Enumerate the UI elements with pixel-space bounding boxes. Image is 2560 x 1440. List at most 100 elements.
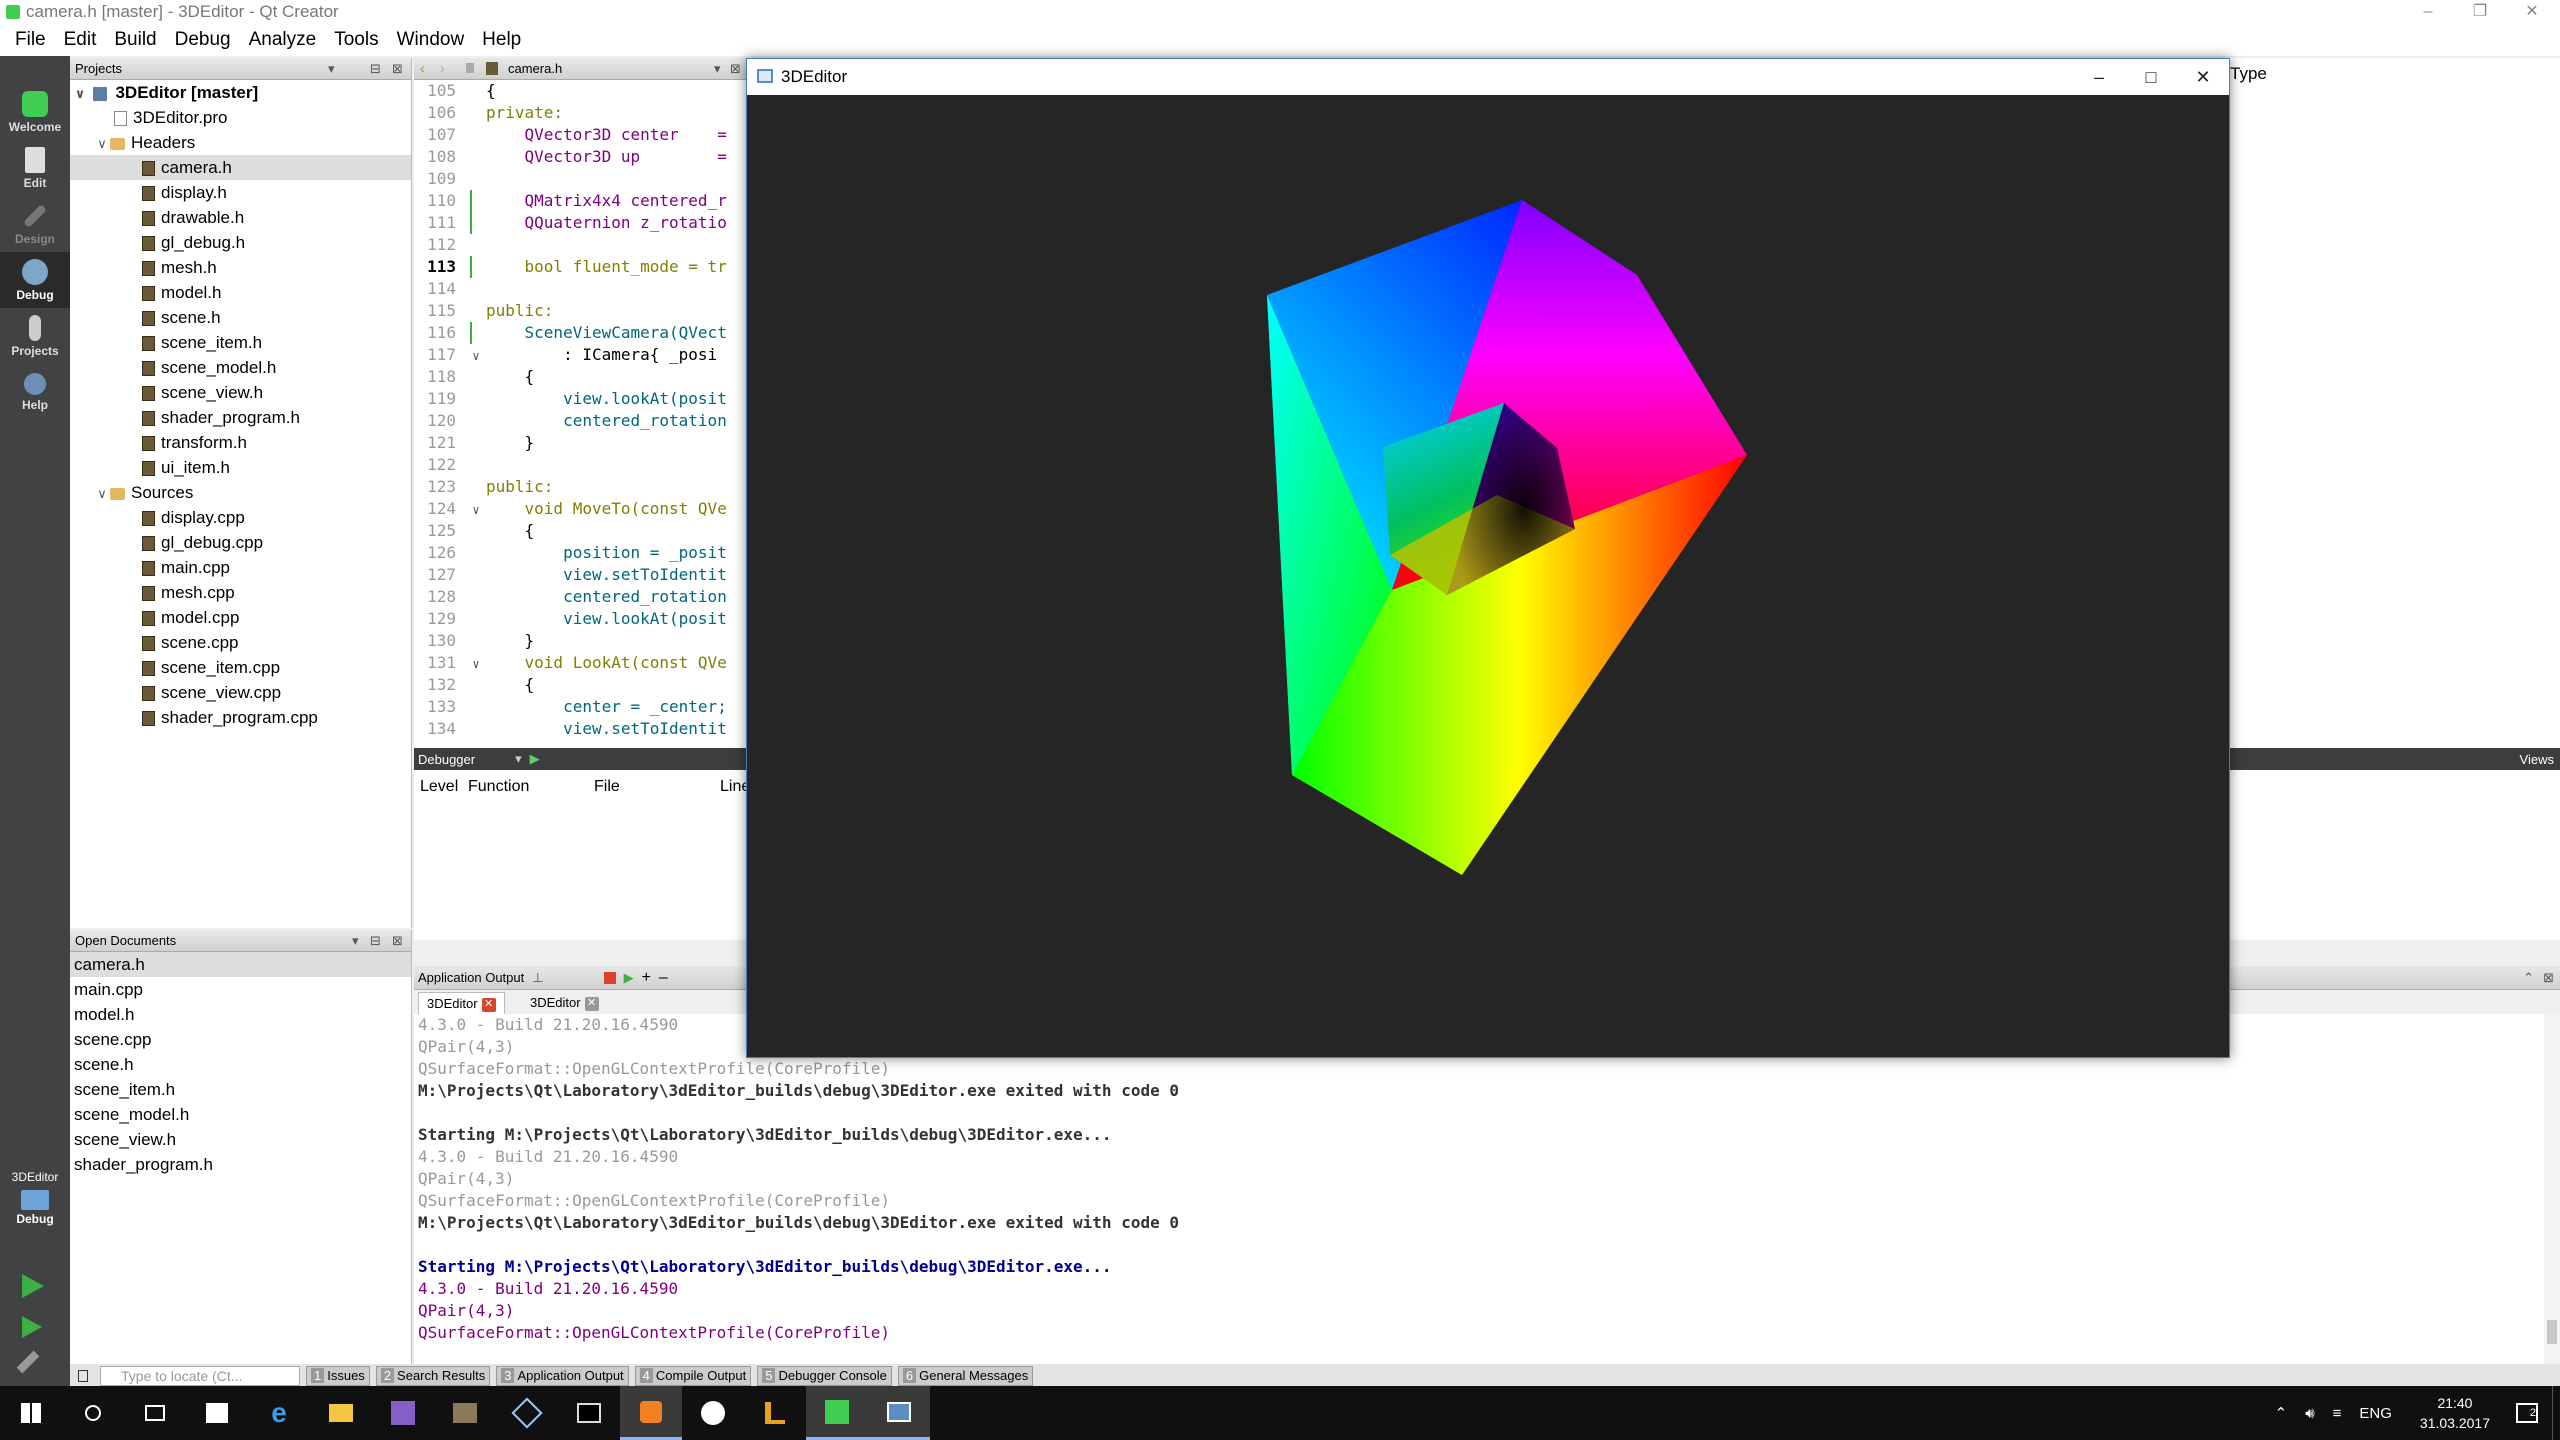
forward-arrow-icon[interactable]: › bbox=[440, 60, 445, 76]
mode-design[interactable]: Design bbox=[0, 196, 70, 252]
open-document-item[interactable]: scene_view.h bbox=[70, 1127, 411, 1152]
code-line[interactable]: 121 } bbox=[414, 432, 746, 454]
language-indicator[interactable]: ENG bbox=[2359, 1405, 2392, 1422]
back-arrow-icon[interactable]: ‹ bbox=[420, 60, 425, 76]
app-close-button[interactable]: ✕ bbox=[2177, 59, 2229, 95]
code-line[interactable]: 134 view.setToIdentit bbox=[414, 718, 746, 740]
open-document-item[interactable]: scene_item.h bbox=[70, 1077, 411, 1102]
tree-item-file[interactable]: shader_program.cpp bbox=[70, 705, 411, 730]
menu-window[interactable]: Window bbox=[388, 29, 474, 51]
dropdown-icon[interactable]: ▾ bbox=[714, 61, 721, 77]
menu-build[interactable]: Build bbox=[105, 29, 165, 51]
taskbar-qt-creator[interactable] bbox=[806, 1386, 868, 1440]
code-line[interactable]: 133 center = _center; bbox=[414, 696, 746, 718]
output-tab-active[interactable]: 3DEditor ✕ bbox=[418, 992, 505, 1014]
tree-item-file[interactable]: drawable.h bbox=[70, 205, 411, 230]
clock[interactable]: 21:40 31.03.2017 bbox=[2420, 1393, 2490, 1433]
locator-input[interactable]: Type to locate (Ct... bbox=[100, 1366, 300, 1386]
code-line[interactable]: 122 bbox=[414, 454, 746, 476]
taskbar-edge[interactable]: e bbox=[248, 1386, 310, 1440]
taskbar-explorer[interactable] bbox=[310, 1386, 372, 1440]
mode-help[interactable]: Help bbox=[0, 364, 70, 420]
code-editor[interactable]: 105{106 private: 107 QVector3D center = 108… bbox=[414, 80, 746, 748]
taskbar-app-4[interactable] bbox=[744, 1386, 806, 1440]
tree-item-file[interactable]: scene_view.cpp bbox=[70, 680, 411, 705]
chevron-down-icon[interactable]: ∨ bbox=[94, 481, 110, 506]
kit-selector[interactable]: 3DEditor Debug bbox=[0, 1170, 70, 1226]
search-button[interactable] bbox=[62, 1386, 124, 1440]
code-line[interactable]: 128 centered_rotation bbox=[414, 586, 746, 608]
notifications-icon[interactable]: 2 bbox=[2516, 1403, 2538, 1423]
chevron-down-icon[interactable]: ∨ bbox=[94, 131, 110, 156]
taskbar-app-2[interactable] bbox=[496, 1386, 558, 1440]
menu-debug[interactable]: Debug bbox=[166, 29, 240, 51]
close-pane-icon[interactable]: ⊠ bbox=[392, 61, 403, 77]
open-document-item[interactable]: scene_model.h bbox=[70, 1102, 411, 1127]
taskbar-app-1[interactable] bbox=[434, 1386, 496, 1440]
tree-item-file[interactable]: scene_item.h bbox=[70, 330, 411, 355]
close-pane-icon[interactable]: ⊠ bbox=[392, 933, 403, 949]
opengl-viewport[interactable] bbox=[747, 95, 2229, 1057]
column-header-file[interactable]: File bbox=[594, 778, 620, 796]
split-icon[interactable]: ⊟ bbox=[370, 61, 381, 77]
continue-icon[interactable]: ▶ bbox=[530, 751, 540, 767]
output-pane-button[interactable]: 1 Issues bbox=[306, 1366, 370, 1386]
code-line[interactable]: 129 view.lookAt(posit bbox=[414, 608, 746, 630]
open-document-item[interactable]: scene.cpp bbox=[70, 1027, 411, 1052]
mode-debug[interactable]: Debug bbox=[0, 252, 70, 308]
menu-analyze[interactable]: Analyze bbox=[240, 29, 326, 51]
output-scrollbar[interactable] bbox=[2544, 1014, 2560, 1364]
taskbar-visual-studio[interactable] bbox=[372, 1386, 434, 1440]
mode-edit[interactable]: Edit bbox=[0, 140, 70, 196]
tree-item-file[interactable]: display.cpp bbox=[70, 505, 411, 530]
app-window-3deditor[interactable]: 3DEditor – □ ✕ bbox=[746, 58, 2230, 1058]
code-line[interactable]: 109 bbox=[414, 168, 746, 190]
tree-item-file[interactable]: model.cpp bbox=[70, 605, 411, 630]
fold-marker[interactable]: ∨ bbox=[466, 499, 486, 521]
code-line[interactable]: 111 QQuaternion z_rotatio bbox=[414, 212, 746, 234]
tree-item-file[interactable]: mesh.cpp bbox=[70, 580, 411, 605]
tree-item-file[interactable]: display.h bbox=[70, 180, 411, 205]
taskbar-app-3[interactable] bbox=[620, 1386, 682, 1440]
code-line[interactable]: 113 bool fluent_mode = tr bbox=[414, 256, 746, 278]
code-line[interactable]: 117 ∨ : ICamera{ _posi bbox=[414, 344, 746, 366]
split-icon[interactable]: ⊟ bbox=[370, 933, 381, 949]
taskbar-github[interactable] bbox=[682, 1386, 744, 1440]
fold-marker[interactable]: ∨ bbox=[466, 653, 486, 675]
tree-item-file[interactable]: scene_model.h bbox=[70, 355, 411, 380]
close-button[interactable]: ✕ bbox=[2504, 0, 2560, 24]
code-line[interactable]: 116 SceneViewCamera(QVect bbox=[414, 322, 746, 344]
network-icon[interactable]: ≡ bbox=[2333, 1405, 2342, 1422]
tree-item-file[interactable]: gl_debug.h bbox=[70, 230, 411, 255]
run-button[interactable] bbox=[22, 1274, 44, 1298]
stop-icon[interactable] bbox=[603, 971, 616, 984]
code-line[interactable]: 112 bbox=[414, 234, 746, 256]
column-header-function[interactable]: Function bbox=[468, 778, 529, 796]
code-line[interactable]: 131 ∨ void LookAt(const QVe bbox=[414, 652, 746, 674]
code-line[interactable]: 120 centered_rotation bbox=[414, 410, 746, 432]
open-document-item[interactable]: camera.h bbox=[70, 952, 411, 977]
close-pane-icon[interactable]: ⊠ bbox=[2543, 970, 2554, 986]
start-button[interactable] bbox=[0, 1386, 62, 1440]
code-line[interactable]: 130 } bbox=[414, 630, 746, 652]
output-pane-button[interactable]: 2 Search Results bbox=[375, 1366, 491, 1386]
tree-item-file[interactable]: scene_view.h bbox=[70, 380, 411, 405]
app-window-titlebar[interactable]: 3DEditor – □ ✕ bbox=[747, 59, 2229, 95]
menu-file[interactable]: File bbox=[6, 29, 55, 51]
code-line[interactable]: 126 position = _posit bbox=[414, 542, 746, 564]
code-line[interactable]: 108 QVector3D up = bbox=[414, 146, 746, 168]
tree-item-file[interactable]: mesh.h bbox=[70, 255, 411, 280]
file-tab[interactable]: camera.h bbox=[508, 61, 562, 76]
chevron-down-icon[interactable]: ∨ bbox=[72, 81, 88, 106]
open-document-item[interactable]: model.h bbox=[70, 1002, 411, 1027]
tree-item-file[interactable]: shader_program.h bbox=[70, 405, 411, 430]
code-line[interactable]: 107 QVector3D center = bbox=[414, 124, 746, 146]
debugger-title[interactable]: Debugger bbox=[418, 752, 475, 767]
code-line[interactable]: 132 { bbox=[414, 674, 746, 696]
build-hammer-icon[interactable] bbox=[16, 1350, 40, 1374]
taskbar-cmd[interactable] bbox=[558, 1386, 620, 1440]
open-document-item[interactable]: main.cpp bbox=[70, 977, 411, 1002]
zoom-in-icon[interactable]: + bbox=[642, 969, 651, 987]
minimize-button[interactable]: – bbox=[2400, 0, 2456, 24]
dropdown-icon[interactable]: ▾ bbox=[352, 933, 359, 949]
